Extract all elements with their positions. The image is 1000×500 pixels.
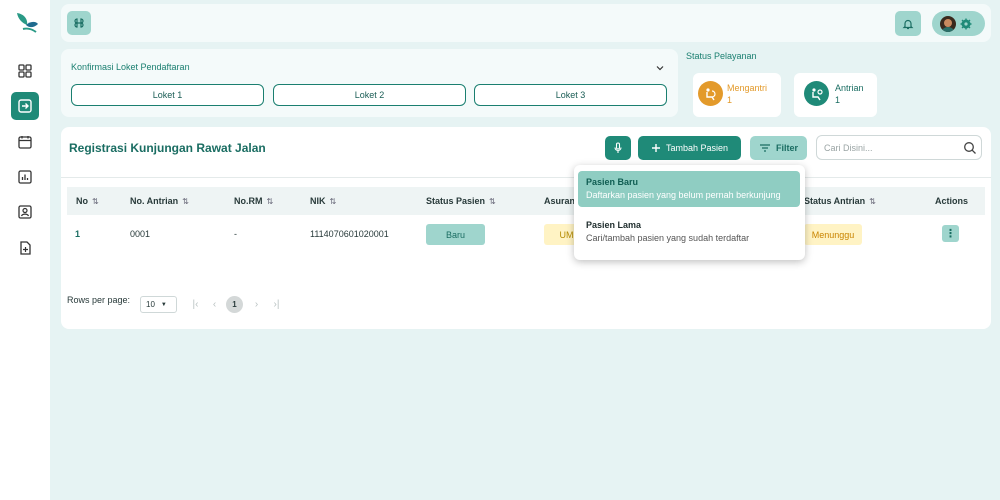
counter-panel-title: Konfirmasi Loket Pendaftaran <box>71 62 190 72</box>
patient-seat-icon <box>804 81 829 106</box>
login-icon <box>18 99 32 113</box>
new-patient-title: Pasien Baru <box>586 177 639 187</box>
header-nik[interactable]: NIK ⇅ <box>310 196 336 206</box>
row-rm: - <box>234 229 237 239</box>
row-antrian: 0001 <box>130 229 151 239</box>
row-nik: 1114070601020001 <box>310 229 389 239</box>
divider <box>61 177 991 178</box>
sort-icon: ⇅ <box>329 196 337 206</box>
add-patient-dropdown: Pasien Baru Daftarkan pasien yang belum … <box>574 165 805 260</box>
calendar-icon <box>18 136 32 149</box>
header-status-pasien[interactable]: Status Pasien ⇅ <box>426 196 496 206</box>
bell-icon <box>902 19 914 29</box>
search-icon[interactable] <box>963 141 977 155</box>
sidebar <box>0 0 50 500</box>
chevron-down-icon[interactable] <box>655 63 665 73</box>
loket-3-button[interactable]: Loket 3 <box>474 84 667 106</box>
rows-per-page-select[interactable]: 10 ▼ <box>140 296 177 313</box>
avatar <box>940 15 956 32</box>
current-page[interactable]: 1 <box>226 296 243 313</box>
rows-per-page-value: 10 <box>146 300 155 309</box>
loket-2-button[interactable]: Loket 2 <box>273 84 466 106</box>
table-header: No ⇅ No. Antrian ⇅ No.RM ⇅ NIK ⇅ Status Pasi… <box>67 187 985 215</box>
status-queue-card: Mengantri 1 <box>693 73 781 117</box>
active-label: Antrian <box>835 83 864 93</box>
sidebar-item-documents[interactable] <box>11 234 39 262</box>
first-page-button[interactable]: |‹ <box>187 296 204 313</box>
prev-page-button[interactable]: ‹ <box>206 296 223 313</box>
menu-item-existing-patient[interactable]: Pasien Lama Cari/tambah pasien yang suda… <box>578 214 800 250</box>
plus-icon <box>651 144 660 152</box>
row-no: 1 <box>75 229 81 239</box>
existing-patient-desc: Cari/tambah pasien yang sudah terdaftar <box>586 233 750 243</box>
header-status-antrian[interactable]: Status Antrian ⇅ <box>804 196 876 206</box>
header-actions: Actions <box>935 196 969 206</box>
row-actions-button[interactable]: ⋮ <box>942 225 959 242</box>
sidebar-item-dashboard[interactable] <box>11 57 39 85</box>
app-logo <box>14 10 40 36</box>
sidebar-item-report[interactable] <box>11 163 39 191</box>
rows-per-page-label: Rows per page: <box>67 295 131 305</box>
menu-item-new-patient[interactable]: Pasien Baru Daftarkan pasien yang belum … <box>578 171 800 207</box>
microphone-icon <box>614 142 622 153</box>
sidebar-item-registration[interactable] <box>11 92 39 120</box>
gear-icon <box>960 18 972 29</box>
next-page-button[interactable]: › <box>248 296 265 313</box>
filter-icon <box>759 144 770 152</box>
filter-label: Filter <box>775 143 798 153</box>
search-box <box>816 135 982 160</box>
sort-icon: ⇅ <box>489 196 496 206</box>
caret-down-icon: ▼ <box>160 301 167 308</box>
existing-patient-title: Pasien Lama <box>586 220 642 230</box>
queue-count: 1 <box>727 95 733 105</box>
sort-icon: ⇅ <box>266 196 274 206</box>
filter-button[interactable]: Filter <box>750 136 807 160</box>
profile-menu-button[interactable] <box>932 11 985 36</box>
queue-icon <box>698 81 723 106</box>
status-badge-patient: Baru <box>426 224 485 245</box>
notification-button[interactable] <box>895 11 921 36</box>
status-badge-queue: Menunggu <box>804 224 862 245</box>
file-add-icon <box>20 241 31 255</box>
loket-1-button[interactable]: Loket 1 <box>71 84 264 106</box>
status-title: Status Pelayanan <box>686 51 757 61</box>
new-patient-desc: Daftarkan pasien yang belum pernah berku… <box>586 190 781 200</box>
sidebar-item-calendar[interactable] <box>11 128 39 156</box>
add-patient-label: Tambah Pasien <box>665 143 729 153</box>
sort-icon: ⇅ <box>182 196 189 206</box>
command-icon <box>74 18 84 28</box>
dashboard-icon <box>18 64 32 78</box>
search-input[interactable] <box>824 141 954 155</box>
sidebar-item-patients[interactable] <box>11 198 39 226</box>
queue-label: Mengantri <box>727 83 768 93</box>
sort-icon: ⇅ <box>869 196 876 206</box>
status-active-card: Antrian 1 <box>794 73 877 117</box>
voice-input-button[interactable] <box>605 136 631 160</box>
header-antrian[interactable]: No. Antrian ⇅ <box>130 196 189 206</box>
header-asuransi[interactable]: Asuran <box>544 196 575 206</box>
registration-panel: Registrasi Kunjungan Rawat Jalan Tambah … <box>61 127 991 329</box>
add-patient-button[interactable]: Tambah Pasien <box>638 136 741 160</box>
chart-icon <box>18 170 32 184</box>
menu-toggle-button[interactable] <box>67 11 91 35</box>
page-title: Registrasi Kunjungan Rawat Jalan <box>69 141 266 155</box>
topbar <box>61 4 991 42</box>
header-rm[interactable]: No.RM ⇅ <box>234 196 273 206</box>
header-no[interactable]: No ⇅ <box>76 196 99 206</box>
user-card-icon <box>18 205 32 219</box>
sort-icon: ⇅ <box>92 196 99 206</box>
last-page-button[interactable]: ›| <box>268 296 285 313</box>
counter-confirmation-panel: Konfirmasi Loket Pendaftaran Loket 1 Lok… <box>61 49 678 117</box>
active-count: 1 <box>835 95 841 105</box>
